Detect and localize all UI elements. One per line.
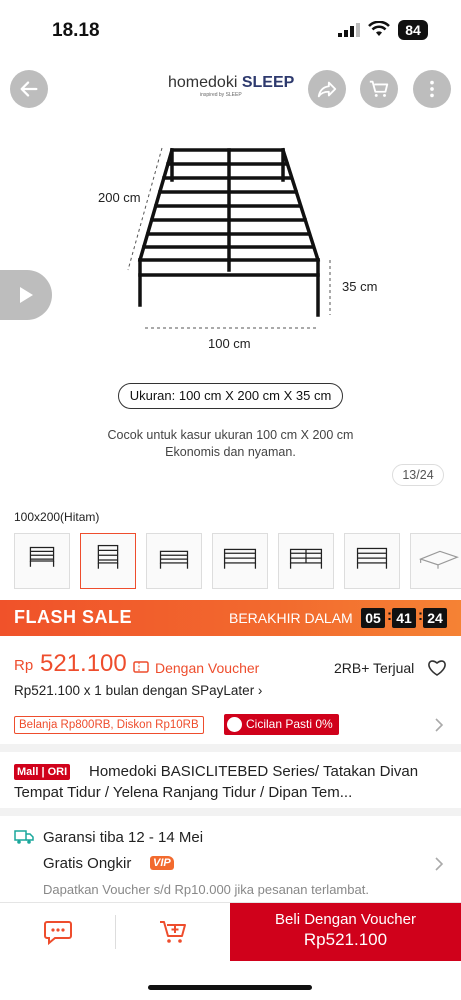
share-arrow-icon — [317, 81, 337, 98]
bed-thumbnail-image — [356, 547, 388, 569]
check-circle-icon — [227, 717, 242, 732]
variant-thumbnails — [14, 533, 461, 591]
add-to-cart-button[interactable] — [116, 903, 230, 961]
share-button[interactable] — [308, 70, 346, 108]
buy-button-label: Beli Dengan Voucher — [275, 911, 416, 928]
bed-thumbnail-image — [223, 548, 257, 569]
play-icon — [20, 287, 33, 303]
bed-thumbnail-image — [289, 548, 323, 569]
buy-with-voucher-button[interactable]: Beli Dengan Voucher Rp521.100 — [230, 903, 461, 961]
late-voucher-note: Dapatkan Voucher s/d Rp10.000 jika pesan… — [43, 882, 369, 897]
buy-button-price: Rp521.100 — [303, 930, 388, 949]
countdown-minutes: 41 — [392, 608, 416, 628]
voucher-text: Dengan Voucher — [155, 660, 260, 676]
spaylater-link[interactable]: Rp521.100 x 1 bulan dengan SPayLater › — [14, 683, 262, 698]
installment-label: Cicilan Pasti 0% — [246, 717, 333, 731]
cart-button[interactable] — [360, 70, 398, 108]
arrow-left-icon — [20, 81, 38, 97]
home-indicator — [148, 985, 312, 990]
brand-tagline: inspired by SLEEP — [200, 92, 242, 98]
chat-icon — [43, 921, 72, 945]
variant-thumbnail[interactable] — [344, 533, 400, 589]
chevron-right-icon[interactable] — [434, 718, 444, 732]
bed-thumbnail-image — [159, 550, 189, 569]
back-button[interactable] — [10, 70, 48, 108]
bed-thumbnail-image — [29, 546, 55, 567]
dimension-height: 35 cm — [342, 279, 378, 294]
chat-button[interactable] — [0, 903, 115, 961]
cart-plus-icon — [160, 921, 186, 943]
brand-logo: homedoki SLEEP — [168, 74, 295, 91]
bed-thumbnail-image — [97, 544, 119, 569]
section-divider — [0, 744, 461, 752]
flash-sale-ends-label: BERAKHIR DALAM — [229, 610, 353, 626]
bed-thumbnail-image — [418, 550, 459, 569]
image-caption-line2: Ekonomis dan nyaman. — [165, 445, 296, 459]
play-video-button[interactable] — [0, 270, 52, 320]
variant-thumbnail[interactable] — [146, 533, 202, 589]
heart-icon[interactable] — [427, 659, 447, 677]
chevron-right-icon[interactable] — [434, 857, 444, 871]
variant-label: 100x200(Hitam) — [14, 510, 100, 524]
price-currency: Rp — [14, 657, 34, 674]
warranty-text: Garansi tiba 12 - 14 Mei — [43, 829, 204, 846]
image-counter: 13/24 — [392, 464, 444, 486]
section-divider — [0, 808, 461, 816]
variant-thumbnail[interactable] — [410, 533, 461, 589]
battery-icon: 84 — [398, 20, 428, 40]
status-bar: 18.18 84 — [0, 0, 461, 60]
more-options-button[interactable] — [413, 70, 451, 108]
variant-thumbnail[interactable] — [278, 533, 334, 589]
image-caption-line1: Cocok untuk kasur ukuran 100 cm X 200 cm — [107, 428, 354, 442]
cellular-signal-icon — [338, 23, 360, 37]
wifi-icon — [368, 21, 390, 36]
dimension-length: 200 cm — [98, 190, 141, 205]
price-value: 521.100 — [40, 650, 127, 677]
truck-icon — [14, 830, 34, 844]
discount-tag: Belanja Rp800RB, Diskon Rp10RB — [14, 716, 204, 734]
size-label: Ukuran: 100 cm X 200 cm X 35 cm — [118, 383, 343, 409]
sold-count: 2RB+ Terjual — [334, 660, 415, 676]
more-vertical-icon — [430, 80, 434, 98]
flash-sale-title: FLASH SALE — [14, 607, 133, 627]
dimension-width: 100 cm — [208, 336, 251, 351]
variant-thumbnail-selected[interactable] — [80, 533, 136, 589]
flash-sale-banner[interactable]: FLASH SALE BERAKHIR DALAM 05 : 41 : 24 — [0, 600, 461, 636]
vip-badge: VIP — [150, 856, 174, 870]
installment-tag: Cicilan Pasti 0% — [224, 714, 339, 735]
variant-thumbnail[interactable] — [14, 533, 70, 589]
mall-ori-badge: Mall | ORI — [14, 764, 71, 780]
countdown-seconds: 24 — [423, 608, 447, 628]
voucher-icon — [133, 661, 149, 673]
free-shipping-text: Gratis Ongkir — [43, 855, 132, 872]
product-title: Homedoki BASICLITEBED Series/ Tatakan Di… — [14, 763, 419, 801]
cart-icon — [369, 80, 389, 97]
bottom-action-bar: Beli Dengan Voucher Rp521.100 — [0, 902, 461, 1000]
status-time: 18.18 — [52, 20, 100, 41]
countdown-hours: 05 — [361, 608, 385, 628]
variant-thumbnail[interactable] — [212, 533, 268, 589]
